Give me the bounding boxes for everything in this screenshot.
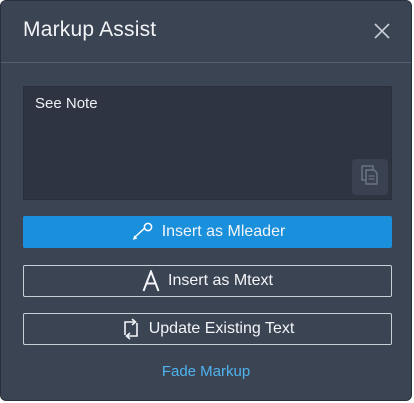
- mtext-icon: [142, 270, 160, 292]
- markup-assist-panel: Markup Assist See Note Insert as Mleader…: [0, 0, 412, 401]
- note-text-input[interactable]: See Note: [24, 87, 391, 199]
- update-existing-text-label: Update Existing Text: [148, 320, 295, 337]
- mleader-icon: [130, 222, 154, 242]
- panel-title: Markup Assist: [23, 18, 157, 41]
- panel-header: Markup Assist: [1, 1, 411, 63]
- insert-as-mleader-label: Insert as Mleader: [161, 223, 286, 240]
- update-existing-text-button[interactable]: Update Existing Text: [23, 313, 392, 345]
- update-icon: [121, 318, 141, 340]
- copy-button[interactable]: [352, 159, 388, 195]
- insert-as-mtext-label: Insert as Mtext: [168, 272, 273, 289]
- copy-icon: [360, 164, 380, 191]
- insert-as-mleader-button[interactable]: Insert as Mleader: [23, 216, 392, 248]
- insert-as-mtext-button[interactable]: Insert as Mtext: [23, 265, 392, 297]
- fade-markup-link[interactable]: Fade Markup: [1, 363, 411, 380]
- close-icon[interactable]: [373, 22, 391, 40]
- note-text-box: See Note: [23, 86, 392, 200]
